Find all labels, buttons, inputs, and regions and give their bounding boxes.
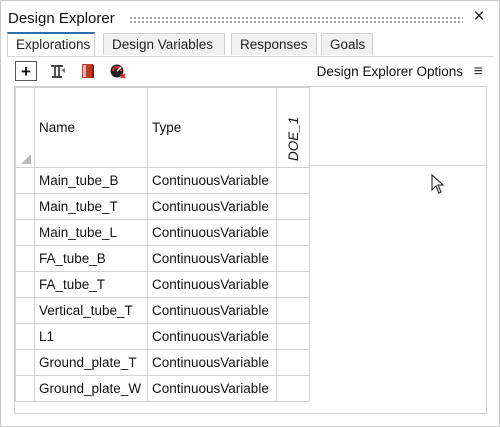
type-cell[interactable]: ContinuousVariable [147,193,277,220]
add-icon: + [21,61,31,81]
row-header[interactable] [15,297,35,324]
run-button[interactable] [107,61,129,81]
doe-1-label: DOE_1 [286,116,301,161]
table-row[interactable]: Main_tube_T ContinuousVariable [15,193,310,220]
doe-1-cell[interactable] [276,375,310,402]
type-cell[interactable]: ContinuousVariable [147,297,277,324]
tab-divider [7,56,494,57]
type-cell[interactable]: ContinuousVariable [147,271,277,298]
tab-label: Responses [240,37,308,52]
row-header[interactable] [15,219,35,246]
drag-handle[interactable] [129,16,463,23]
column-header-doe-1[interactable]: DOE_1 [276,87,310,168]
name-cell[interactable]: Ground_plate_W [34,375,148,402]
table-row[interactable]: FA_tube_B ContinuousVariable [15,245,310,272]
row-header[interactable] [15,323,35,350]
doe-1-cell[interactable] [276,219,310,246]
doe-1-cell[interactable] [276,271,310,298]
corner-resize-icon [21,154,31,164]
table-row[interactable]: Ground_plate_W ContinuousVariable [15,375,310,402]
variables-table: Name Type DOE_1 Main_tube_B ContinuousVa… [15,87,310,402]
row-header[interactable] [15,245,35,272]
title-bar: Design Explorer × [1,1,499,31]
table-row[interactable]: Vertical_tube_T ContinuousVariable [15,297,310,324]
type-cell[interactable]: ContinuousVariable [147,245,277,272]
name-cell[interactable]: Main_tube_B [34,167,148,194]
type-cell[interactable]: ContinuousVariable [147,349,277,376]
name-cell[interactable]: Main_tube_T [34,193,148,220]
tab-goals[interactable]: Goals [321,33,373,55]
tab-label: Explorations [16,37,91,52]
tab-bar: Explorations Design Variables Responses … [7,32,497,57]
setup-icon [51,65,65,78]
doe-1-cell[interactable] [276,167,310,194]
doe-1-cell[interactable] [276,297,310,324]
row-header[interactable] [15,271,35,298]
name-cell[interactable]: FA_tube_B [34,245,148,272]
select-all-corner[interactable] [15,87,35,168]
type-cell[interactable]: ContinuousVariable [147,375,277,402]
doe-1-cell[interactable] [276,323,310,350]
row-header[interactable] [15,193,35,220]
tab-label: Design Variables [112,37,214,52]
close-icon[interactable]: × [469,7,489,27]
design-explorer-options-button[interactable]: Design Explorer Options [317,64,463,79]
column-header-type[interactable]: Type [147,87,277,168]
row-header[interactable] [15,375,35,402]
doe-1-cell[interactable] [276,245,310,272]
book-icon [82,64,94,78]
book-button[interactable] [77,61,99,81]
tab-design-variables[interactable]: Design Variables [103,33,225,55]
toolbar: + Design Explorer Options ≡ [9,59,495,85]
doe-1-cell[interactable] [276,349,310,376]
add-button[interactable]: + [15,61,37,81]
run-icon [110,64,126,79]
name-cell[interactable]: Ground_plate_T [34,349,148,376]
design-explorer-panel: Design Explorer × Explorations Design Va… [0,0,500,427]
hamburger-menu-icon[interactable]: ≡ [474,63,483,81]
type-cell[interactable]: ContinuousVariable [147,323,277,350]
table-row[interactable]: L1 ContinuousVariable [15,323,310,350]
table-row[interactable]: Main_tube_L ContinuousVariable [15,219,310,246]
name-cell[interactable]: L1 [34,323,148,350]
table-row[interactable]: FA_tube_T ContinuousVariable [15,271,310,298]
column-header-name[interactable]: Name [34,87,148,168]
name-cell[interactable]: Vertical_tube_T [34,297,148,324]
row-header[interactable] [15,167,35,194]
tab-label: Goals [330,37,366,52]
tab-responses[interactable]: Responses [231,33,317,55]
variables-grid: Name Type DOE_1 Main_tube_B ContinuousVa… [14,86,487,414]
table-row[interactable]: Ground_plate_T ContinuousVariable [15,349,310,376]
table-row[interactable]: Main_tube_B ContinuousVariable [15,167,310,194]
mouse-pointer-icon [431,174,445,194]
name-cell[interactable]: Main_tube_L [34,219,148,246]
type-cell[interactable]: ContinuousVariable [147,219,277,246]
doe-1-cell[interactable] [276,193,310,220]
header-divider-line [308,165,486,166]
table-header-row: Name Type DOE_1 [15,87,310,168]
type-cell[interactable]: ContinuousVariable [147,167,277,194]
tab-explorations[interactable]: Explorations [7,32,95,56]
setup-button[interactable] [47,61,69,81]
name-cell[interactable]: FA_tube_T [34,271,148,298]
panel-title: Design Explorer [8,10,115,27]
row-header[interactable] [15,349,35,376]
